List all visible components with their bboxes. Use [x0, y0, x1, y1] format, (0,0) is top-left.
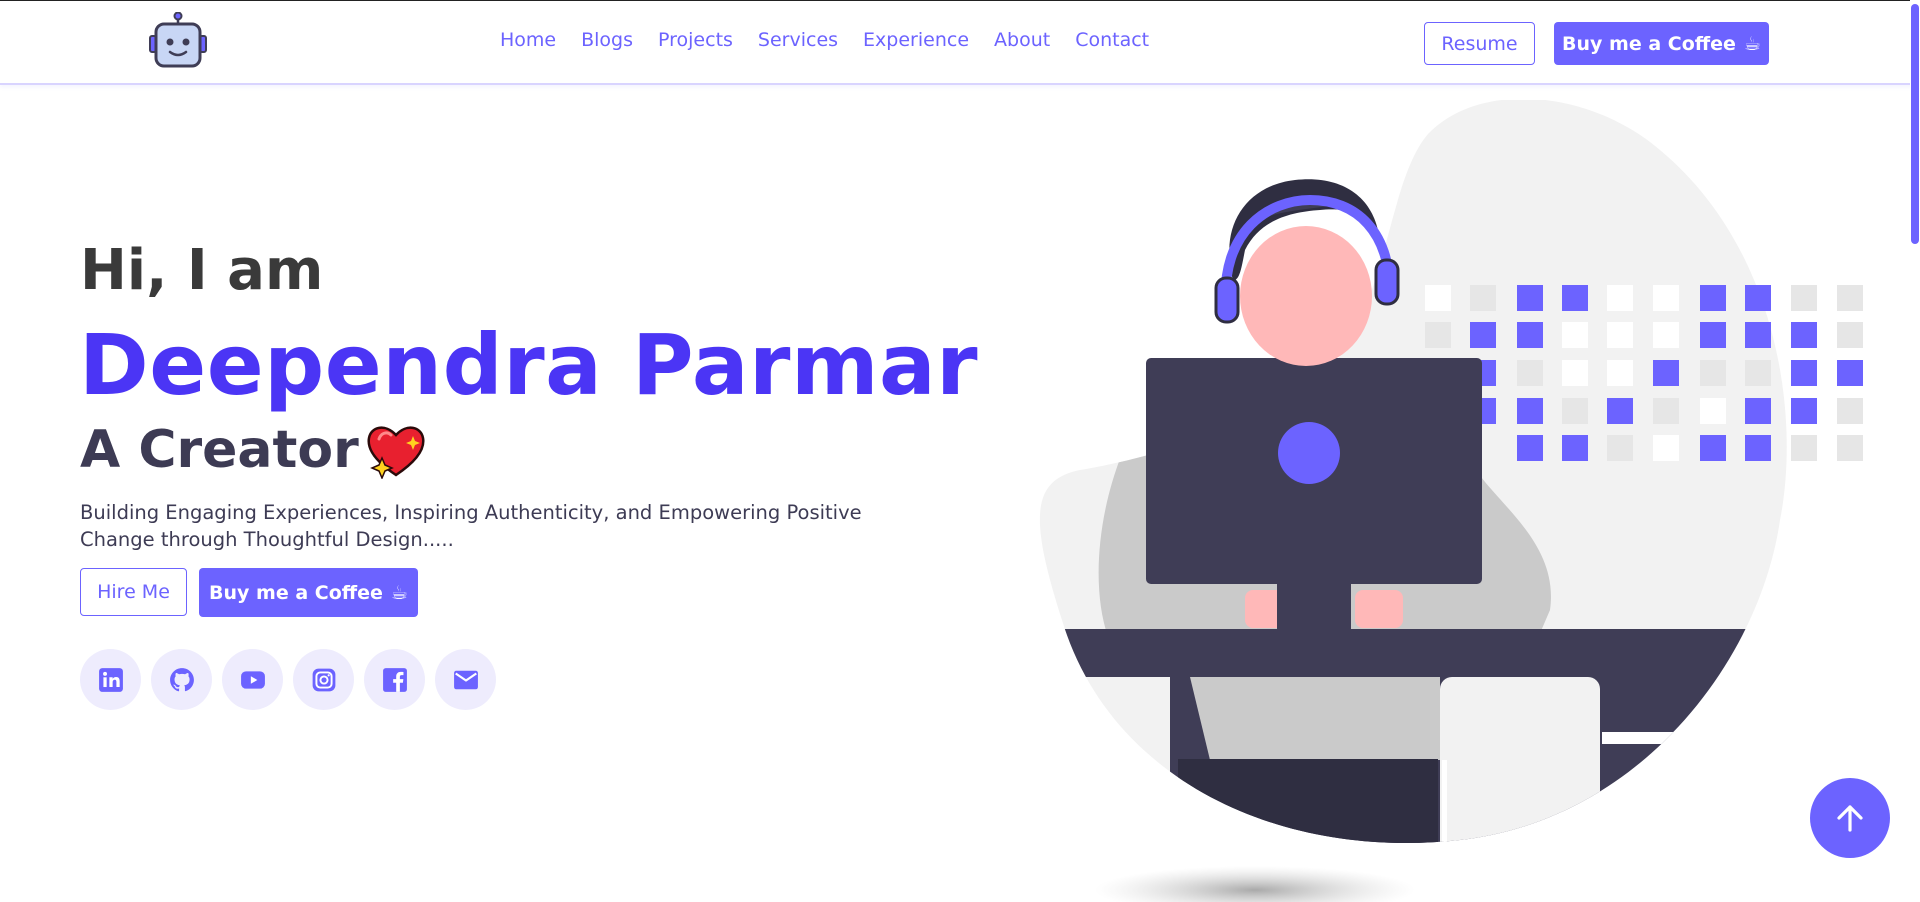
nav-link-contact[interactable]: Contact — [1075, 29, 1149, 51]
resume-button[interactable]: Resume — [1424, 22, 1535, 65]
arrow-up-icon — [1837, 805, 1863, 832]
buy-coffee-hero-label: Buy me a Coffee — [209, 581, 383, 604]
nav-link-services[interactable]: Services — [758, 29, 838, 51]
scroll-to-top-button[interactable] — [1810, 778, 1890, 858]
page-scrollbar-thumb[interactable] — [1911, 4, 1919, 244]
nav-link-home[interactable]: Home — [500, 29, 556, 51]
hero-role-text: A Creator — [80, 420, 359, 480]
buy-coffee-hero-button[interactable]: Buy me a Coffee ☕ — [199, 568, 418, 617]
github-link[interactable] — [151, 649, 212, 710]
hero-greeting: Hi, I am — [80, 238, 324, 303]
facebook-link[interactable] — [364, 649, 425, 710]
hero-tagline: Building Engaging Experiences, Inspiring… — [80, 501, 862, 551]
social-links — [80, 649, 496, 710]
robot-logo-icon[interactable] — [146, 11, 210, 70]
nav-link-experience[interactable]: Experience — [863, 29, 969, 51]
nav-link-about[interactable]: About — [994, 29, 1050, 51]
nav-link-blogs[interactable]: Blogs — [581, 29, 633, 51]
hero-illustration — [1020, 98, 1900, 902]
coffee-icon: ☕ — [390, 581, 408, 604]
nav-link-projects[interactable]: Projects — [658, 29, 733, 51]
navbar: Home Blogs Projects Services Experience … — [0, 1, 1920, 85]
hero-role: A Creator — [80, 420, 427, 480]
sparkling-heart-icon — [365, 421, 427, 480]
buy-coffee-nav-label: Buy me a Coffee — [1562, 32, 1736, 55]
instagram-link[interactable] — [293, 649, 354, 710]
coffee-icon: ☕ — [1743, 32, 1761, 55]
instagram-icon — [312, 668, 335, 691]
nav-links: Home Blogs Projects Services Experience … — [500, 29, 1174, 51]
hero-name: Deependra Parmar — [79, 316, 979, 414]
mail-icon — [453, 670, 478, 689]
github-icon — [169, 667, 194, 691]
youtube-link[interactable] — [222, 649, 283, 710]
email-link[interactable] — [435, 649, 496, 710]
facebook-icon — [382, 667, 407, 692]
buy-coffee-nav-button[interactable]: Buy me a Coffee ☕ — [1554, 22, 1769, 65]
linkedin-link[interactable] — [80, 649, 141, 710]
hire-me-button[interactable]: Hire Me — [80, 568, 187, 616]
youtube-icon — [240, 670, 265, 689]
linkedin-icon — [98, 667, 123, 692]
